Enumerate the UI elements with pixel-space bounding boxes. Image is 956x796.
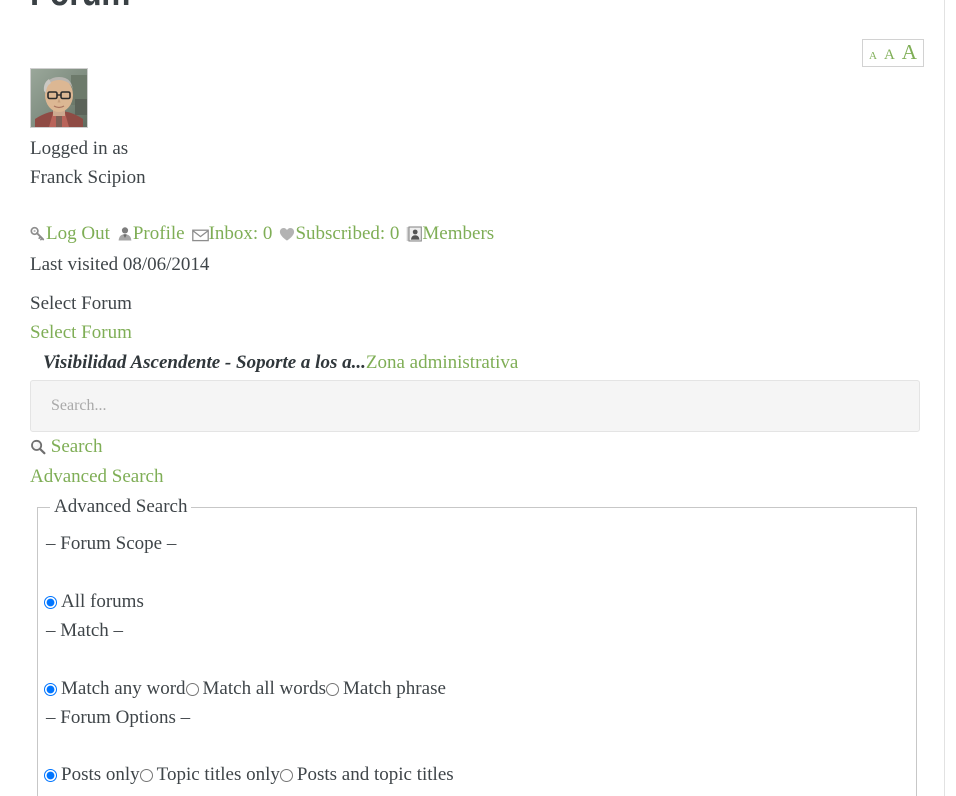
radio-match-phrase[interactable] bbox=[326, 683, 340, 696]
forum-admin-link[interactable]: Zona administrativa bbox=[366, 352, 518, 373]
content-column-divider bbox=[944, 0, 945, 796]
forum-page: Forum A A A bbox=[0, 0, 956, 796]
radio-topic-titles-only-label[interactable]: Topic titles only bbox=[157, 764, 280, 785]
search-submit-link[interactable]: Search bbox=[51, 436, 103, 457]
radio-topic-titles-only[interactable] bbox=[139, 769, 153, 782]
member-links-row: Log Out Profile Inbox: 0 Subscribed: 0 M… bbox=[30, 221, 494, 250]
logged-in-label: Logged in as bbox=[30, 138, 129, 159]
search-input[interactable] bbox=[30, 380, 920, 432]
radio-match-any-word[interactable] bbox=[44, 683, 57, 696]
inbox-link[interactable]: Inbox: 0 bbox=[209, 223, 273, 244]
radio-all-forums-label[interactable]: All forums bbox=[61, 591, 144, 612]
advanced-search-legend: Advanced Search bbox=[54, 496, 188, 517]
address-book-icon bbox=[406, 224, 423, 250]
user-avatar-photo bbox=[31, 69, 87, 127]
user-silhouette-icon bbox=[117, 224, 133, 250]
key-icon bbox=[30, 224, 46, 250]
forum-scope-group-label: – Forum Scope – bbox=[46, 533, 177, 554]
select-forum-link[interactable]: Select Forum bbox=[30, 320, 132, 345]
match-radio-row: Match any word Match all words Match phras… bbox=[44, 676, 446, 701]
avatar[interactable] bbox=[30, 68, 88, 128]
forum-options-group-label: – Forum Options – bbox=[46, 707, 191, 728]
members-link[interactable]: Members bbox=[422, 223, 494, 244]
radio-match-all-words-label[interactable]: Match all words bbox=[203, 678, 326, 699]
last-visited-text: Last visited 08/06/2014 bbox=[30, 254, 210, 275]
advanced-search-toggle[interactable]: Advanced Search bbox=[30, 465, 163, 489]
forum-current-option[interactable]: Visibilidad Ascendente - Soporte a los a… bbox=[43, 352, 366, 373]
select-forum-label: Select Forum bbox=[30, 293, 132, 314]
radio-match-phrase-label[interactable]: Match phrase bbox=[343, 678, 446, 699]
envelope-icon bbox=[191, 224, 209, 250]
forum-option-row: Visibilidad Ascendente - Soporte a los a… bbox=[43, 350, 518, 375]
magnifier-icon bbox=[30, 439, 51, 460]
radio-posts-and-topic-titles[interactable] bbox=[279, 769, 293, 782]
radio-posts-only[interactable] bbox=[44, 769, 57, 782]
search-submit-row: Search bbox=[30, 435, 102, 462]
radio-all-forums[interactable] bbox=[44, 596, 57, 609]
forum-scope-radio-row: All forums bbox=[44, 589, 144, 614]
radio-match-all-words[interactable] bbox=[185, 683, 199, 696]
match-group-label: – Match – bbox=[46, 620, 124, 641]
profile-link[interactable]: Profile bbox=[133, 223, 185, 244]
logged-in-block: Logged in as Franck Scipion bbox=[30, 134, 146, 192]
logout-link[interactable]: Log Out bbox=[46, 223, 110, 244]
font-size-medium-button[interactable]: A bbox=[884, 48, 895, 63]
logged-in-username: Franck Scipion bbox=[30, 167, 146, 188]
heart-icon bbox=[279, 224, 295, 250]
font-size-large-button[interactable]: A bbox=[902, 42, 917, 63]
radio-posts-only-label[interactable]: Posts only bbox=[61, 764, 140, 785]
subscribed-link[interactable]: Subscribed: 0 bbox=[295, 223, 399, 244]
font-size-small-button[interactable]: A bbox=[869, 51, 877, 62]
font-size-resizer[interactable]: A A A bbox=[862, 39, 924, 67]
forum-options-radio-row: Posts only Topic titles only Posts and top… bbox=[44, 762, 454, 787]
radio-posts-and-topic-titles-label[interactable]: Posts and topic titles bbox=[297, 764, 454, 785]
radio-match-any-word-label[interactable]: Match any word bbox=[61, 678, 186, 699]
page-title: Forum bbox=[30, 0, 130, 12]
